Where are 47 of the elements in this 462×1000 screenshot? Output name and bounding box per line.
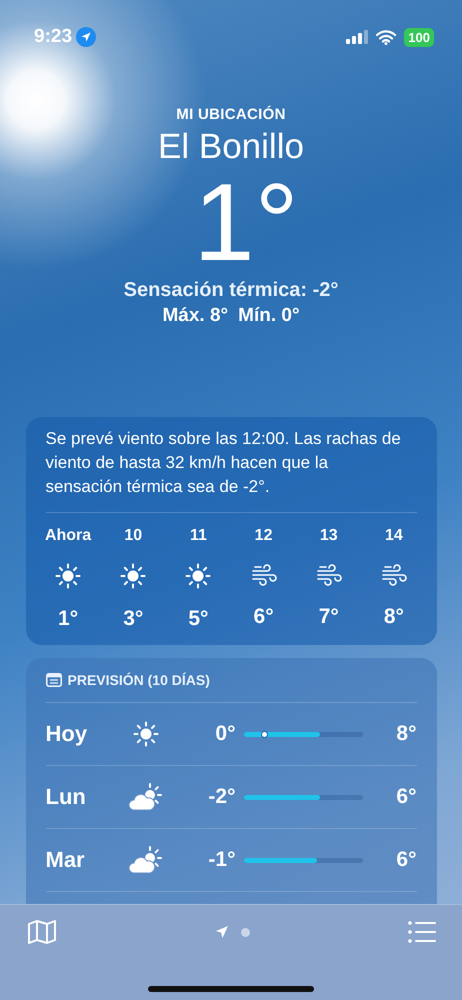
- wind-icon: [250, 563, 277, 587]
- hour-label: 13: [320, 527, 338, 545]
- city-name: El Bonillo: [158, 127, 304, 167]
- sun-icon: [132, 721, 158, 747]
- hour-temperature: 5°: [188, 607, 208, 631]
- list-button[interactable]: [408, 921, 436, 943]
- status-time: 9:23: [34, 26, 72, 48]
- hour-temperature: 8°: [384, 605, 404, 629]
- hour-temperature: 1°: [58, 607, 78, 631]
- hour-label: 10: [124, 527, 142, 545]
- hour-label: Ahora: [44, 527, 92, 545]
- day-label: Mar: [46, 847, 86, 873]
- location-page-icon[interactable]: [214, 925, 228, 939]
- hour-temperature: 6°: [254, 605, 274, 629]
- wind-icon: [316, 563, 342, 587]
- low-temperature: Mín. 0°: [238, 305, 300, 327]
- sun-icon: [55, 563, 82, 589]
- hour-label: 14: [385, 527, 403, 545]
- location-label: MI UBICACIÓN: [176, 106, 286, 123]
- sun-icon: [185, 563, 212, 589]
- sun-icon: [120, 563, 146, 589]
- hour-temperature: 3°: [123, 607, 144, 631]
- day-label: Hoy: [46, 721, 88, 747]
- forecast-summary: Se prevé viento sobre las 12:00. Las rachas de viento de hasta 32 km/h hacen que la sensación térmica sea de -2°.: [46, 427, 416, 513]
- low-temperature: -1°: [207, 848, 236, 872]
- high-temperature: 6°: [395, 848, 416, 872]
- current-temperature: 1°: [193, 173, 299, 273]
- cloud-sun-icon: [128, 846, 164, 874]
- calendar-icon: [46, 673, 62, 687]
- feels-like: Sensación térmica: -2°: [124, 279, 338, 302]
- page-dot[interactable]: [240, 928, 250, 936]
- wind-icon: [380, 563, 407, 587]
- cloud-sun-icon: [128, 783, 164, 811]
- high-temperature: 6°: [395, 785, 416, 809]
- battery-indicator: 100: [404, 28, 434, 46]
- hour-label: 11: [190, 527, 207, 545]
- high-temperature: 8°: [395, 722, 416, 746]
- signal-icon: [346, 30, 368, 44]
- forecast-title: PREVISIÓN (10 DÍAS): [68, 672, 210, 688]
- low-temperature: -2°: [207, 785, 236, 809]
- hour-label: 12: [254, 527, 272, 545]
- low-temperature: 0°: [214, 722, 236, 746]
- day-label: Lun: [46, 784, 87, 810]
- wifi-icon: [376, 30, 396, 44]
- high-temperature: Máx. 8°: [162, 305, 228, 327]
- map-button[interactable]: [28, 919, 56, 945]
- hour-temperature: 7°: [318, 605, 339, 629]
